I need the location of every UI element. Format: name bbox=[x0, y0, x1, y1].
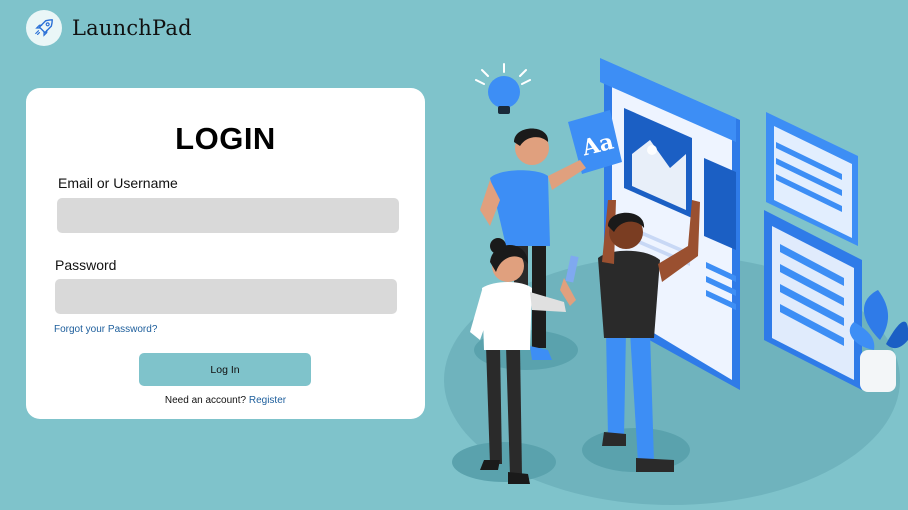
register-link[interactable]: Register bbox=[249, 395, 286, 406]
login-title: LOGIN bbox=[175, 121, 276, 156]
password-field[interactable] bbox=[55, 279, 397, 314]
register-prompt-text: Need an account? bbox=[164, 395, 247, 406]
lightbulb-icon bbox=[475, 63, 531, 114]
email-field[interactable] bbox=[57, 198, 399, 233]
brand[interactable]: LaunchPad bbox=[26, 10, 192, 46]
shadow-left bbox=[452, 442, 556, 482]
brand-name: LaunchPad bbox=[72, 16, 192, 40]
password-label: Password bbox=[55, 257, 117, 273]
forgot-password-link[interactable]: Forgot your Password? bbox=[54, 324, 157, 335]
login-page: LaunchPad LOGIN Email or Username Passwo… bbox=[0, 0, 908, 510]
team-illustration: Aa bbox=[444, 58, 908, 505]
register-prompt: Need an account? Register bbox=[26, 395, 425, 406]
email-label: Email or Username bbox=[58, 175, 178, 191]
login-card: LOGIN Email or Username Password Forgot … bbox=[26, 88, 425, 419]
login-button[interactable]: Log In bbox=[139, 353, 311, 386]
rocket-icon bbox=[26, 10, 62, 46]
